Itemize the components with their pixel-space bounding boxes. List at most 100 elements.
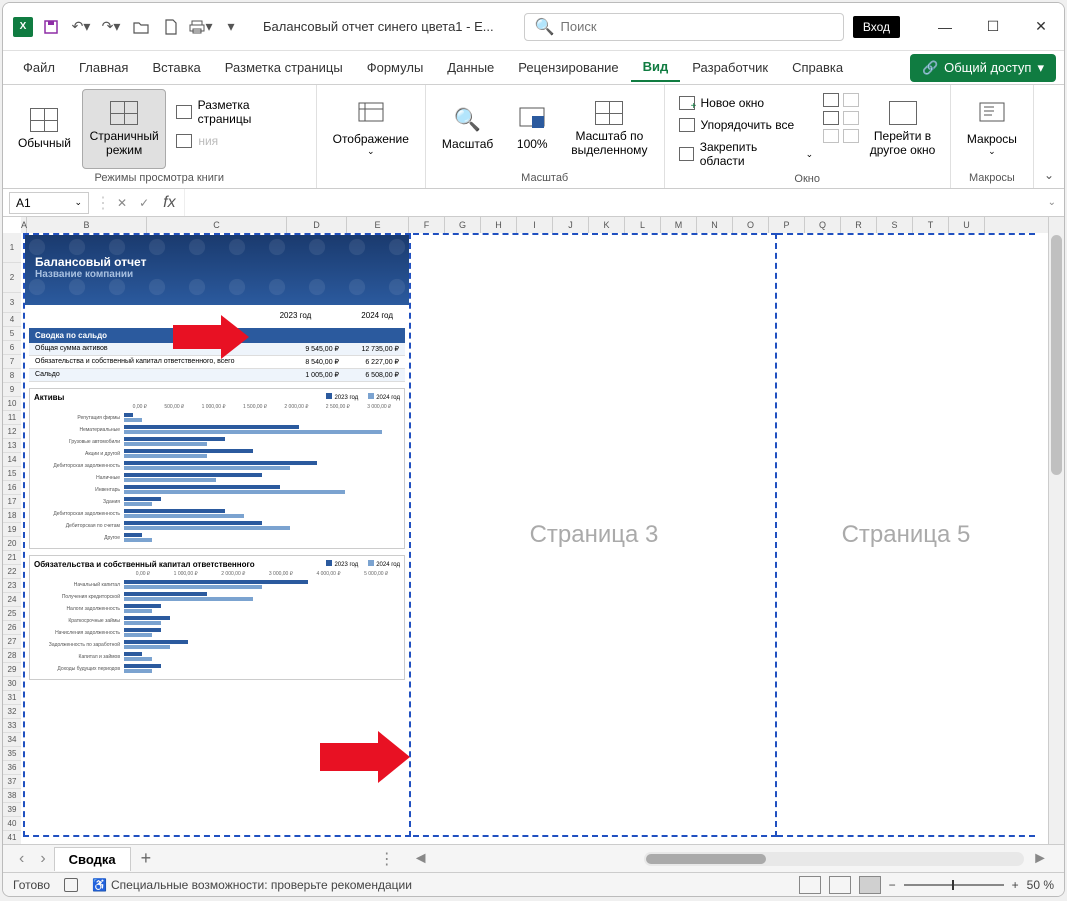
macro-record-icon[interactable] xyxy=(64,878,78,892)
row-header[interactable]: 16 xyxy=(3,481,21,495)
arrange-button[interactable]: Упорядочить все xyxy=(673,115,820,135)
open-button[interactable] xyxy=(129,15,153,39)
zoom-out-button[interactable]: − xyxy=(889,878,896,892)
column-header[interactable]: L xyxy=(625,217,661,233)
row-header[interactable]: 37 xyxy=(3,775,21,789)
zoom-button[interactable]: 🔍 Масштаб xyxy=(434,89,501,169)
row-header[interactable]: 32 xyxy=(3,705,21,719)
row-header[interactable]: 18 xyxy=(3,509,21,523)
row-header[interactable]: 29 xyxy=(3,663,21,677)
row-header[interactable]: 10 xyxy=(3,397,21,411)
row-header[interactable]: 27 xyxy=(3,635,21,649)
row-header[interactable]: 41 xyxy=(3,831,21,844)
row-header[interactable]: 40 xyxy=(3,817,21,831)
page-layout-view-icon[interactable] xyxy=(829,876,851,894)
row-header[interactable]: 25 xyxy=(3,607,21,621)
page-break-view-button[interactable]: Страничный режим xyxy=(82,89,166,169)
zoom-in-button[interactable]: + xyxy=(1012,878,1019,892)
row-header[interactable]: 12 xyxy=(3,425,21,439)
show-button[interactable]: Отображение ⌄ xyxy=(325,89,417,169)
column-header[interactable]: E xyxy=(347,217,409,233)
sync-scroll-icon[interactable] xyxy=(843,111,859,125)
switch-window-button[interactable]: Перейти в другое окно xyxy=(863,89,942,169)
save-button[interactable] xyxy=(39,15,63,39)
row-header[interactable]: 39 xyxy=(3,803,21,817)
tab-insert[interactable]: Вставка xyxy=(140,54,212,81)
row-header[interactable]: 4 xyxy=(3,313,21,327)
scroll-right[interactable]: ► xyxy=(1024,850,1056,868)
row-header[interactable]: 23 xyxy=(3,579,21,593)
unhide-icon[interactable] xyxy=(823,129,839,143)
row-header[interactable]: 13 xyxy=(3,439,21,453)
row-header[interactable]: 5 xyxy=(3,327,21,341)
tab-nav-prev[interactable]: ‹ xyxy=(11,850,32,868)
row-header[interactable]: 3 xyxy=(3,293,21,313)
column-header[interactable]: P xyxy=(769,217,805,233)
scrollbar-thumb[interactable] xyxy=(1051,235,1062,475)
tab-nav-next[interactable]: › xyxy=(32,850,53,868)
close-button[interactable]: ✕ xyxy=(1018,12,1064,42)
tab-file[interactable]: Файл xyxy=(11,54,67,81)
expand-formula-icon[interactable]: ⌄ xyxy=(1040,197,1064,208)
row-header[interactable]: 2 xyxy=(3,263,21,293)
scroll-left[interactable]: ◄ xyxy=(405,850,437,868)
share-button[interactable]: 🔗 Общий доступ ▾ xyxy=(910,54,1056,82)
row-headers[interactable]: 1234567891011121314151617181920212223242… xyxy=(3,233,21,844)
row-header[interactable]: 7 xyxy=(3,355,21,369)
column-header[interactable]: O xyxy=(733,217,769,233)
new-button[interactable] xyxy=(159,15,183,39)
row-header[interactable]: 1 xyxy=(3,233,21,263)
collapse-ribbon-icon[interactable]: ⌄ xyxy=(1044,168,1054,182)
cancel-formula-button[interactable]: ✕ xyxy=(111,196,133,210)
row-header[interactable]: 38 xyxy=(3,789,21,803)
column-headers[interactable]: ABCDEFGHIJKLMNOPQRSTU xyxy=(21,217,1048,233)
tab-page-layout[interactable]: Разметка страницы xyxy=(213,54,355,81)
tab-split-handle[interactable]: ⋮ xyxy=(369,849,405,869)
column-header[interactable]: F xyxy=(409,217,445,233)
redo-button[interactable]: ↷▾ xyxy=(99,15,123,39)
undo-button[interactable]: ↶▾ xyxy=(69,15,93,39)
worksheet-area[interactable]: ABCDEFGHIJKLMNOPQRSTU 123456789101112131… xyxy=(3,217,1064,844)
accessibility-status[interactable]: ♿Специальные возможности: проверьте реко… xyxy=(92,878,412,892)
normal-view-button[interactable]: Обычный xyxy=(11,89,78,169)
zoom-selection-button[interactable]: Масштаб по выделенному xyxy=(563,89,655,169)
tab-developer[interactable]: Разработчик xyxy=(680,54,780,81)
print-button[interactable]: ▾ xyxy=(189,15,213,39)
column-header[interactable]: K xyxy=(589,217,625,233)
row-header[interactable]: 15 xyxy=(3,467,21,481)
row-header[interactable]: 21 xyxy=(3,551,21,565)
column-header[interactable]: T xyxy=(913,217,949,233)
column-header[interactable]: S xyxy=(877,217,913,233)
zoom-slider[interactable] xyxy=(904,884,1004,886)
macros-button[interactable]: Макросы ⌄ xyxy=(959,89,1025,169)
enter-formula-button[interactable]: ✓ xyxy=(133,196,155,210)
column-header[interactable]: U xyxy=(949,217,985,233)
row-header[interactable]: 11 xyxy=(3,411,21,425)
split-icon[interactable] xyxy=(823,93,839,107)
column-header[interactable]: Q xyxy=(805,217,841,233)
tab-data[interactable]: Данные xyxy=(435,54,506,81)
column-header[interactable]: D xyxy=(287,217,347,233)
row-header[interactable]: 36 xyxy=(3,761,21,775)
formula-input[interactable] xyxy=(184,189,1040,216)
reset-pos-icon[interactable] xyxy=(843,129,859,143)
tab-formulas[interactable]: Формулы xyxy=(355,54,436,81)
hide-icon[interactable] xyxy=(823,111,839,125)
column-header[interactable]: I xyxy=(517,217,553,233)
row-header[interactable]: 17 xyxy=(3,495,21,509)
column-header[interactable]: H xyxy=(481,217,517,233)
maximize-button[interactable]: ☐ xyxy=(970,12,1016,42)
row-header[interactable]: 14 xyxy=(3,453,21,467)
row-header[interactable]: 26 xyxy=(3,621,21,635)
tab-home[interactable]: Главная xyxy=(67,54,140,81)
row-header[interactable]: 34 xyxy=(3,733,21,747)
column-header[interactable]: G xyxy=(445,217,481,233)
name-box[interactable]: A1⌄ xyxy=(9,192,89,214)
column-header[interactable]: R xyxy=(841,217,877,233)
horizontal-scrollbar[interactable] xyxy=(644,852,1024,866)
zoom-100-button[interactable]: 100% xyxy=(505,89,559,169)
minimize-button[interactable]: — xyxy=(922,12,968,42)
custom-views-button[interactable]: ния xyxy=(170,131,307,151)
row-header[interactable]: 19 xyxy=(3,523,21,537)
tab-help[interactable]: Справка xyxy=(780,54,855,81)
